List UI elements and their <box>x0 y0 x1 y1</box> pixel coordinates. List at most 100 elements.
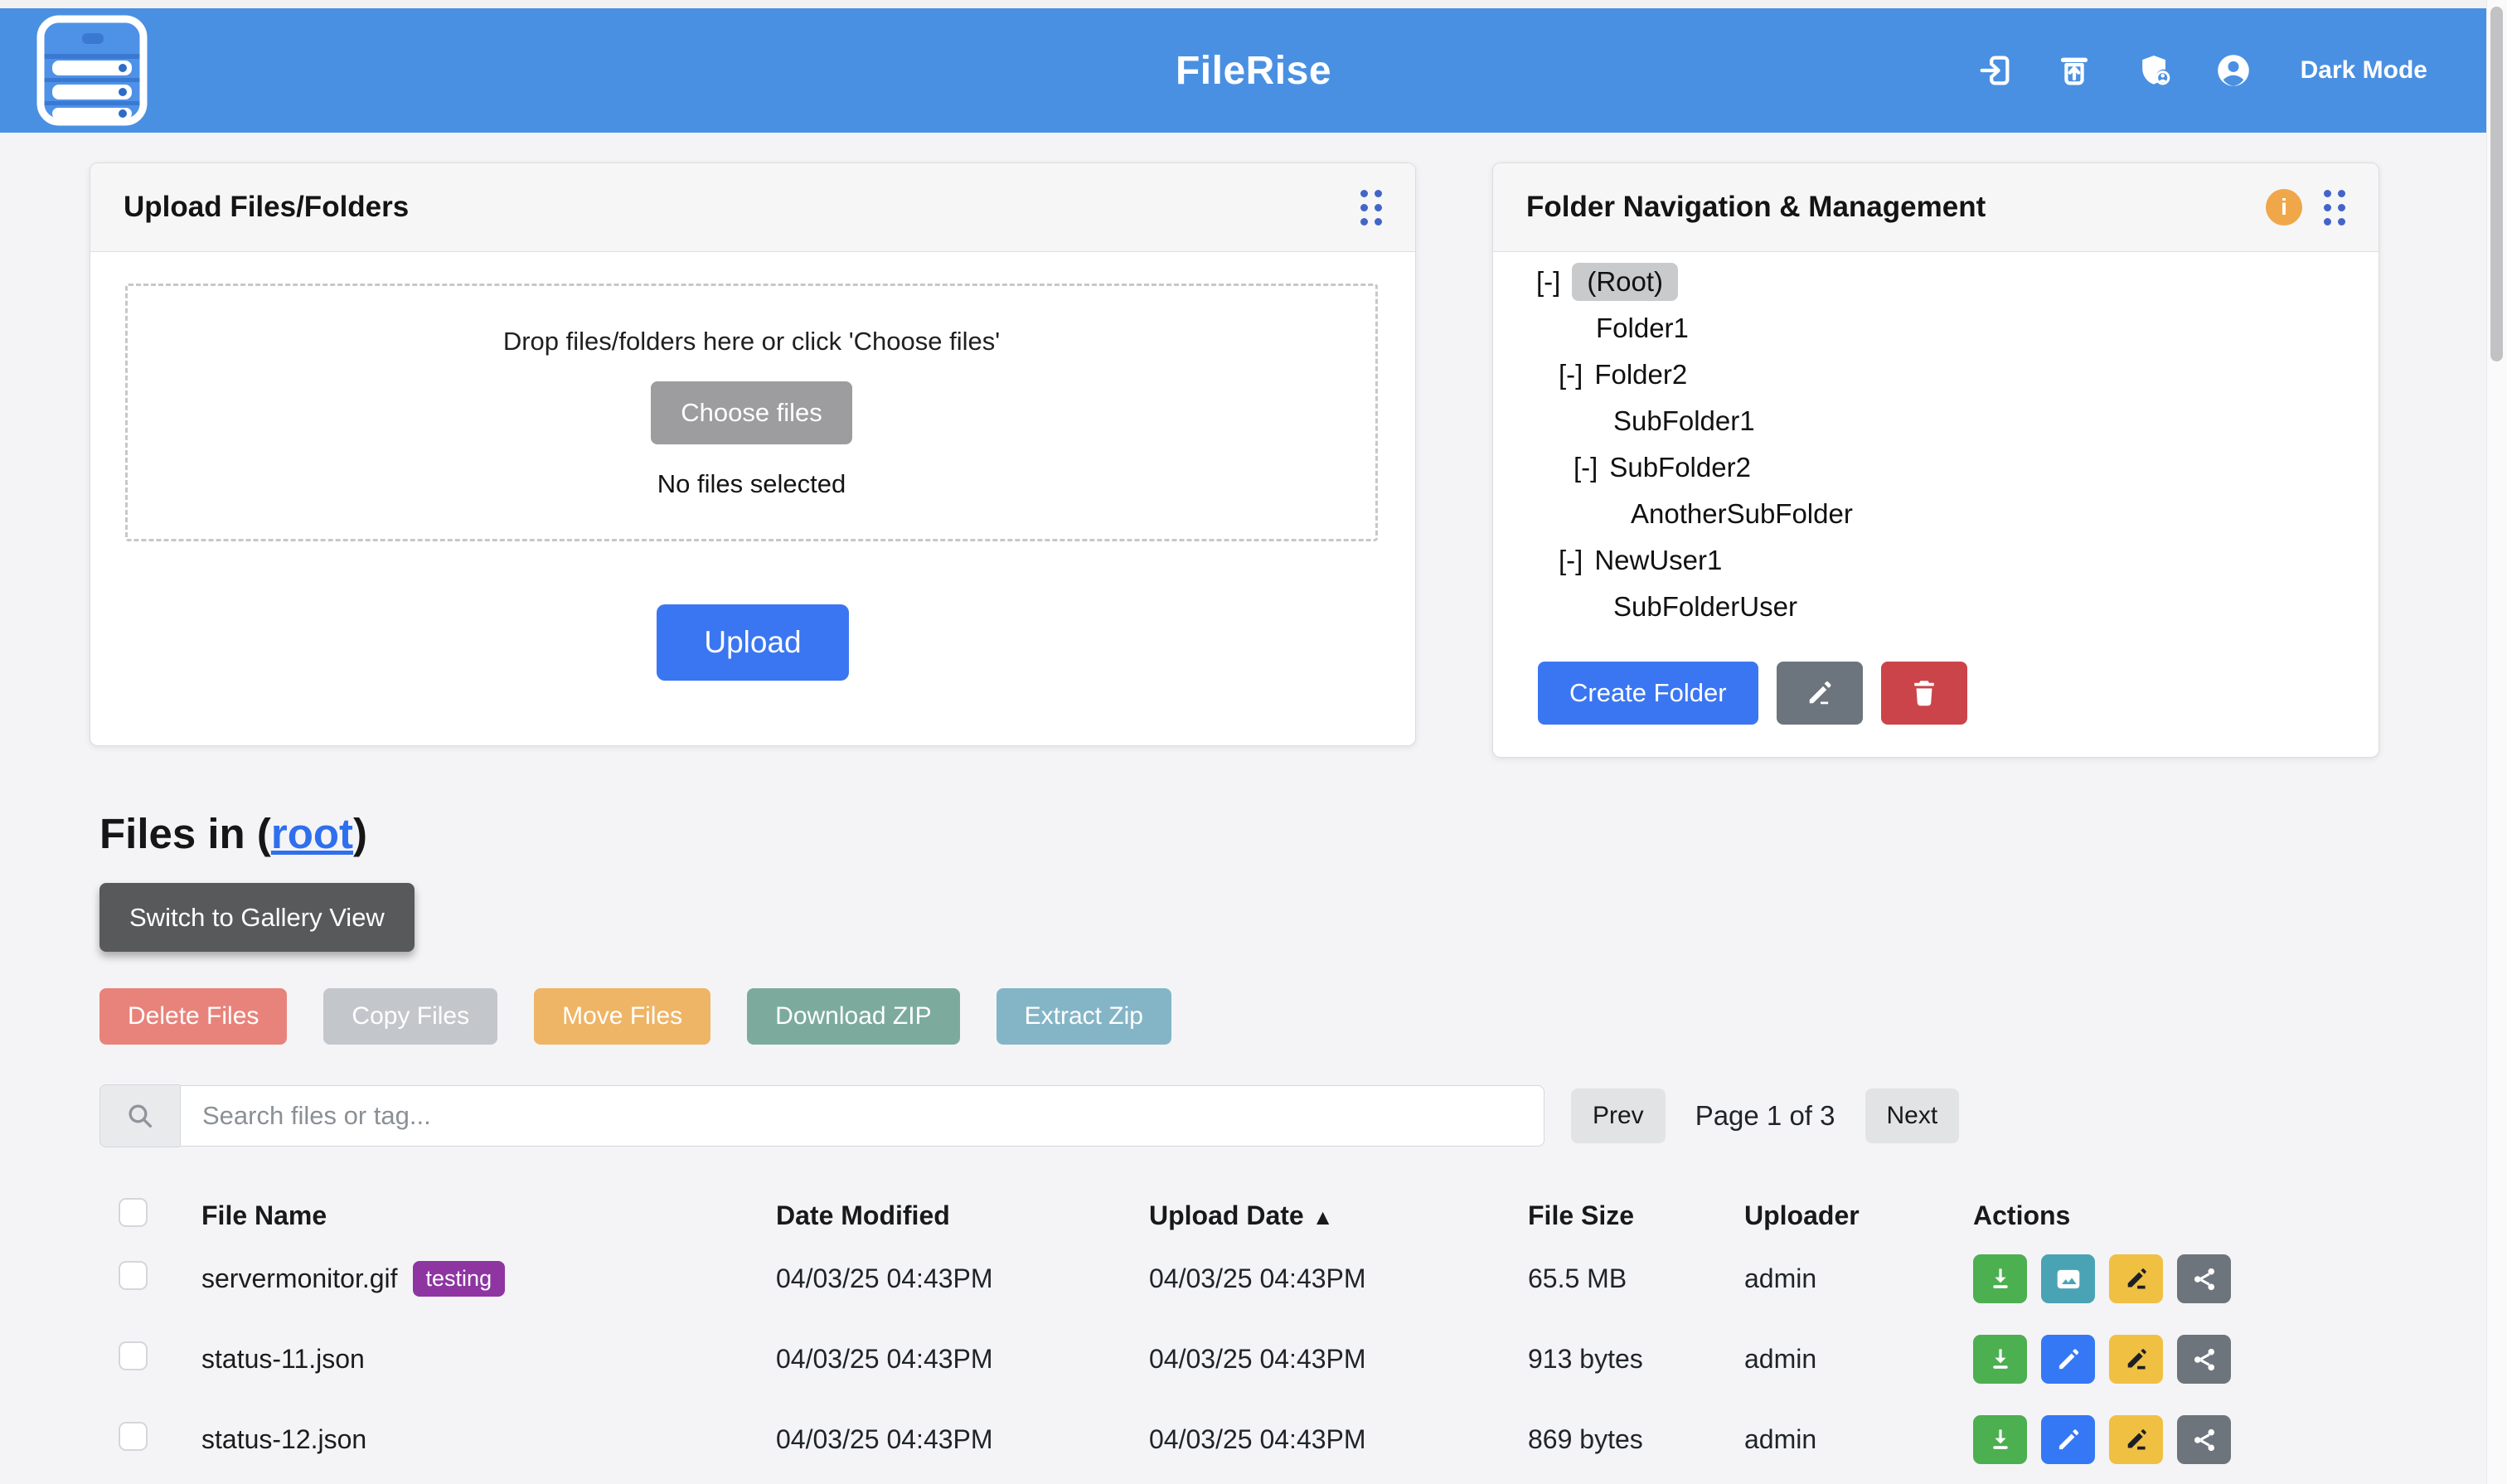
dark-mode-toggle[interactable]: Dark Mode <box>2301 56 2427 85</box>
upload-card-header: Upload Files/Folders <box>90 163 1415 252</box>
download-button[interactable] <box>1973 1335 2027 1384</box>
download-button[interactable] <box>1973 1254 2027 1303</box>
column-uploader[interactable]: Uploader <box>1744 1200 1973 1231</box>
column-file-name[interactable]: File Name <box>201 1200 776 1231</box>
row-checkbox[interactable] <box>119 1422 148 1451</box>
table-body: servermonitor.gif testing 04/03/25 04:43… <box>119 1239 2507 1480</box>
tree-item[interactable]: SubFolderUser <box>1493 584 2378 630</box>
rename-folder-button[interactable] <box>1777 662 1863 725</box>
folder-card-header: Folder Navigation & Management i <box>1493 163 2378 252</box>
bulk-actions-row: Delete Files Copy Files Move Files Download… <box>99 988 2507 1045</box>
uploader: admin <box>1744 1263 1973 1294</box>
tree-item[interactable]: AnotherSubFolder <box>1493 491 2378 537</box>
tree-toggle[interactable]: [-] <box>1574 452 1598 483</box>
tree-label[interactable]: SubFolder2 <box>1609 452 1751 483</box>
next-page-button[interactable]: Next <box>1865 1089 1960 1143</box>
table-row: status-11.json 04/03/25 04:43PM 04/03/25… <box>119 1319 2507 1399</box>
files-table: File Name Date Modified Upload Date▲ Fil… <box>0 1192 2507 1480</box>
upload-card: Upload Files/Folders Drop files/folders … <box>90 162 1416 746</box>
files-heading-prefix: Files in ( <box>99 810 271 857</box>
page-indicator: Page 1 of 3 <box>1695 1100 1835 1132</box>
edit-button[interactable] <box>2041 1415 2095 1464</box>
upload-date: 04/03/25 04:43PM <box>1149 1424 1528 1455</box>
tree-item[interactable]: [-] (Root) <box>1493 259 2378 305</box>
table-row: servermonitor.gif testing 04/03/25 04:43… <box>119 1239 2507 1319</box>
logout-icon[interactable] <box>1976 51 2014 90</box>
bulk-extract-button[interactable]: Extract Zip <box>996 988 1171 1045</box>
page-scrollbar[interactable] <box>2486 0 2507 1484</box>
files-heading: Files in (root) <box>99 809 2507 858</box>
tag-button[interactable] <box>2109 1335 2163 1384</box>
folder-navigation-card: Folder Navigation & Management i [-] (Ro… <box>1492 162 2379 758</box>
share-button[interactable] <box>2177 1415 2231 1464</box>
switch-gallery-view-button[interactable]: Switch to Gallery View <box>99 883 415 952</box>
file-tag-badge: testing <box>413 1261 506 1297</box>
tree-item[interactable]: [-] SubFolder2 <box>1493 444 2378 491</box>
upload-date: 04/03/25 04:43PM <box>1149 1344 1528 1375</box>
tree-toggle[interactable]: [-] <box>1559 545 1583 576</box>
admin-shield-icon[interactable] <box>2135 51 2173 90</box>
upload-dropzone[interactable]: Drop files/folders here or click 'Choose… <box>125 284 1378 541</box>
file-name: status-11.json <box>201 1344 365 1375</box>
file-name: servermonitor.gif <box>201 1263 398 1294</box>
choose-files-button[interactable]: Choose files <box>651 381 852 444</box>
root-link[interactable]: root <box>271 810 353 857</box>
filerise-app: FileRise <box>0 0 2507 1484</box>
tree-label[interactable]: SubFolderUser <box>1613 591 1797 623</box>
tree-label[interactable]: NewUser1 <box>1594 545 1722 576</box>
column-upload-date[interactable]: Upload Date▲ <box>1149 1200 1528 1231</box>
tree-toggle[interactable]: [-] <box>1536 266 1560 298</box>
bulk-delete-button[interactable]: Delete Files <box>99 988 287 1045</box>
drag-handle-icon[interactable] <box>1360 190 1382 226</box>
select-all-checkbox[interactable] <box>119 1198 148 1227</box>
tree-label[interactable]: SubFolder1 <box>1613 405 1755 437</box>
restore-trash-icon[interactable] <box>2055 51 2093 90</box>
bulk-zip-button[interactable]: Download ZIP <box>747 988 959 1045</box>
user-profile-icon[interactable] <box>2214 51 2252 90</box>
share-button[interactable] <box>2177 1335 2231 1384</box>
tree-label[interactable]: AnotherSubFolder <box>1631 498 1853 530</box>
column-date-modified[interactable]: Date Modified <box>776 1200 1149 1231</box>
table-header-row: File Name Date Modified Upload Date▲ Fil… <box>119 1192 2507 1239</box>
file-size: 913 bytes <box>1528 1344 1744 1375</box>
search-input[interactable] <box>180 1085 1544 1147</box>
share-button[interactable] <box>2177 1254 2231 1303</box>
info-icon[interactable]: i <box>2266 189 2302 226</box>
tree-label[interactable]: Folder2 <box>1594 359 1687 390</box>
edit-button[interactable] <box>2041 1335 2095 1384</box>
tree-item[interactable]: Folder1 <box>1493 305 2378 352</box>
date-modified: 04/03/25 04:43PM <box>776 1424 1149 1455</box>
create-folder-button[interactable]: Create Folder <box>1538 662 1758 725</box>
table-row: status-12.json 04/03/25 04:43PM 04/03/25… <box>119 1399 2507 1480</box>
tree-label[interactable]: Folder1 <box>1596 313 1689 344</box>
dropzone-text: Drop files/folders here or click 'Choose… <box>503 327 1000 356</box>
tree-item[interactable]: SubFolder1 <box>1493 398 2378 444</box>
no-files-text: No files selected <box>657 469 846 499</box>
date-modified: 04/03/25 04:43PM <box>776 1344 1149 1375</box>
row-checkbox[interactable] <box>119 1261 148 1290</box>
tree-item[interactable]: [-] Folder2 <box>1493 352 2378 398</box>
tag-button[interactable] <box>2109 1415 2163 1464</box>
file-name: status-12.json <box>201 1424 366 1455</box>
tree-toggle[interactable]: [-] <box>1559 359 1583 390</box>
file-size: 65.5 MB <box>1528 1263 1744 1294</box>
date-modified: 04/03/25 04:43PM <box>776 1263 1149 1294</box>
top-strip <box>0 0 2507 8</box>
tag-button[interactable] <box>2109 1254 2163 1303</box>
scrollbar-thumb[interactable] <box>2490 7 2503 361</box>
file-size: 869 bytes <box>1528 1424 1744 1455</box>
drag-handle-icon[interactable] <box>2324 190 2345 226</box>
upload-button[interactable]: Upload <box>657 604 849 681</box>
tree-item[interactable]: [-] NewUser1 <box>1493 537 2378 584</box>
bulk-copy-button[interactable]: Copy Files <box>323 988 497 1045</box>
column-actions: Actions <box>1973 1200 2507 1231</box>
preview-button[interactable] <box>2041 1254 2095 1303</box>
row-checkbox[interactable] <box>119 1341 148 1370</box>
bulk-move-button[interactable]: Move Files <box>534 988 710 1045</box>
column-file-size[interactable]: File Size <box>1528 1200 1744 1231</box>
prev-page-button[interactable]: Prev <box>1571 1089 1666 1143</box>
download-button[interactable] <box>1973 1415 2027 1464</box>
files-heading-suffix: ) <box>353 810 367 857</box>
delete-folder-button[interactable] <box>1881 662 1967 725</box>
tree-label[interactable]: (Root) <box>1572 263 1678 301</box>
